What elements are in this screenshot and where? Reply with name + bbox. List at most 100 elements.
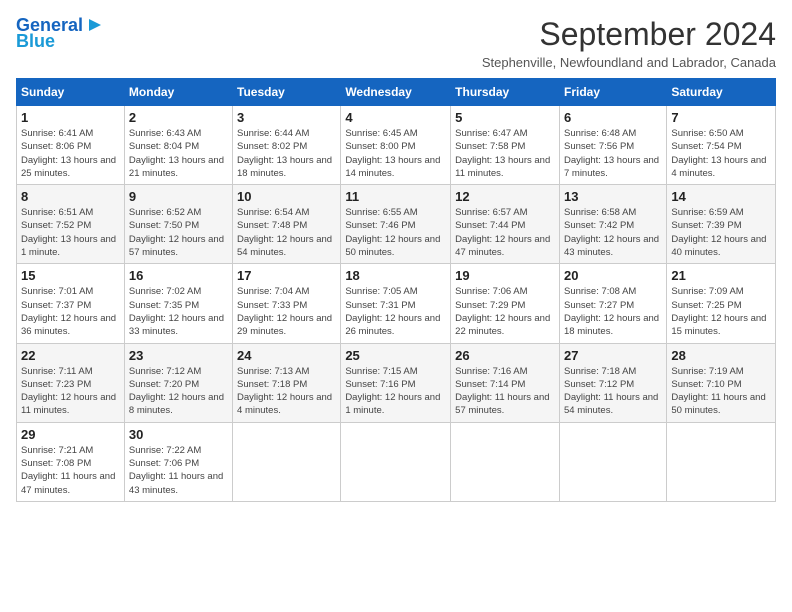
day-number: 20 bbox=[564, 268, 662, 283]
day-detail: Sunrise: 7:06 AM Sunset: 7:29 PM Dayligh… bbox=[455, 285, 555, 338]
day-number: 23 bbox=[129, 348, 228, 363]
calendar-day-cell: 16 Sunrise: 7:02 AM Sunset: 7:35 PM Dayl… bbox=[124, 264, 232, 343]
title-block: September 2024 Stephenville, Newfoundlan… bbox=[482, 16, 776, 70]
logo-text-blue: Blue bbox=[16, 32, 55, 52]
day-number: 4 bbox=[345, 110, 446, 125]
day-number: 9 bbox=[129, 189, 228, 204]
day-detail: Sunrise: 6:50 AM Sunset: 7:54 PM Dayligh… bbox=[671, 127, 771, 180]
day-number: 27 bbox=[564, 348, 662, 363]
day-number: 30 bbox=[129, 427, 228, 442]
weekday-header: Friday bbox=[559, 79, 666, 106]
day-number: 5 bbox=[455, 110, 555, 125]
day-number: 2 bbox=[129, 110, 228, 125]
day-number: 22 bbox=[21, 348, 120, 363]
day-detail: Sunrise: 7:22 AM Sunset: 7:06 PM Dayligh… bbox=[129, 444, 228, 497]
day-detail: Sunrise: 7:01 AM Sunset: 7:37 PM Dayligh… bbox=[21, 285, 120, 338]
day-detail: Sunrise: 6:47 AM Sunset: 7:58 PM Dayligh… bbox=[455, 127, 555, 180]
day-detail: Sunrise: 6:54 AM Sunset: 7:48 PM Dayligh… bbox=[237, 206, 336, 259]
day-number: 12 bbox=[455, 189, 555, 204]
day-detail: Sunrise: 7:15 AM Sunset: 7:16 PM Dayligh… bbox=[345, 365, 446, 418]
calendar-day-cell bbox=[667, 422, 776, 501]
day-number: 3 bbox=[237, 110, 336, 125]
day-number: 21 bbox=[671, 268, 771, 283]
day-detail: Sunrise: 7:16 AM Sunset: 7:14 PM Dayligh… bbox=[455, 365, 555, 418]
calendar-day-cell: 24 Sunrise: 7:13 AM Sunset: 7:18 PM Dayl… bbox=[233, 343, 341, 422]
day-detail: Sunrise: 6:51 AM Sunset: 7:52 PM Dayligh… bbox=[21, 206, 120, 259]
calendar-day-cell: 3 Sunrise: 6:44 AM Sunset: 8:02 PM Dayli… bbox=[233, 106, 341, 185]
calendar-day-cell: 11 Sunrise: 6:55 AM Sunset: 7:46 PM Dayl… bbox=[341, 185, 451, 264]
day-detail: Sunrise: 6:52 AM Sunset: 7:50 PM Dayligh… bbox=[129, 206, 228, 259]
calendar-day-cell: 15 Sunrise: 7:01 AM Sunset: 7:37 PM Dayl… bbox=[17, 264, 125, 343]
day-number: 26 bbox=[455, 348, 555, 363]
day-number: 19 bbox=[455, 268, 555, 283]
day-number: 29 bbox=[21, 427, 120, 442]
calendar-day-cell: 12 Sunrise: 6:57 AM Sunset: 7:44 PM Dayl… bbox=[451, 185, 560, 264]
day-number: 14 bbox=[671, 189, 771, 204]
day-detail: Sunrise: 6:55 AM Sunset: 7:46 PM Dayligh… bbox=[345, 206, 446, 259]
day-detail: Sunrise: 6:57 AM Sunset: 7:44 PM Dayligh… bbox=[455, 206, 555, 259]
calendar-day-cell: 8 Sunrise: 6:51 AM Sunset: 7:52 PM Dayli… bbox=[17, 185, 125, 264]
calendar-day-cell: 28 Sunrise: 7:19 AM Sunset: 7:10 PM Dayl… bbox=[667, 343, 776, 422]
weekday-header: Sunday bbox=[17, 79, 125, 106]
calendar-day-cell: 4 Sunrise: 6:45 AM Sunset: 8:00 PM Dayli… bbox=[341, 106, 451, 185]
calendar-day-cell: 21 Sunrise: 7:09 AM Sunset: 7:25 PM Dayl… bbox=[667, 264, 776, 343]
calendar-week-row: 8 Sunrise: 6:51 AM Sunset: 7:52 PM Dayli… bbox=[17, 185, 776, 264]
logo: General Blue bbox=[16, 16, 105, 52]
day-number: 6 bbox=[564, 110, 662, 125]
day-detail: Sunrise: 7:19 AM Sunset: 7:10 PM Dayligh… bbox=[671, 365, 771, 418]
day-detail: Sunrise: 7:05 AM Sunset: 7:31 PM Dayligh… bbox=[345, 285, 446, 338]
calendar-day-cell: 13 Sunrise: 6:58 AM Sunset: 7:42 PM Dayl… bbox=[559, 185, 666, 264]
calendar-day-cell bbox=[341, 422, 451, 501]
weekday-header: Wednesday bbox=[341, 79, 451, 106]
calendar-day-cell bbox=[233, 422, 341, 501]
day-detail: Sunrise: 7:13 AM Sunset: 7:18 PM Dayligh… bbox=[237, 365, 336, 418]
day-number: 24 bbox=[237, 348, 336, 363]
day-detail: Sunrise: 6:58 AM Sunset: 7:42 PM Dayligh… bbox=[564, 206, 662, 259]
day-number: 10 bbox=[237, 189, 336, 204]
calendar-day-cell: 29 Sunrise: 7:21 AM Sunset: 7:08 PM Dayl… bbox=[17, 422, 125, 501]
calendar-day-cell: 10 Sunrise: 6:54 AM Sunset: 7:48 PM Dayl… bbox=[233, 185, 341, 264]
weekday-header: Saturday bbox=[667, 79, 776, 106]
weekday-header-row: SundayMondayTuesdayWednesdayThursdayFrid… bbox=[17, 79, 776, 106]
calendar-day-cell: 26 Sunrise: 7:16 AM Sunset: 7:14 PM Dayl… bbox=[451, 343, 560, 422]
page-header: General Blue September 2024 Stephenville… bbox=[16, 16, 776, 70]
calendar-day-cell bbox=[451, 422, 560, 501]
calendar-day-cell bbox=[559, 422, 666, 501]
day-detail: Sunrise: 6:41 AM Sunset: 8:06 PM Dayligh… bbox=[21, 127, 120, 180]
day-number: 7 bbox=[671, 110, 771, 125]
day-detail: Sunrise: 7:02 AM Sunset: 7:35 PM Dayligh… bbox=[129, 285, 228, 338]
day-detail: Sunrise: 7:09 AM Sunset: 7:25 PM Dayligh… bbox=[671, 285, 771, 338]
calendar-day-cell: 1 Sunrise: 6:41 AM Sunset: 8:06 PM Dayli… bbox=[17, 106, 125, 185]
day-number: 16 bbox=[129, 268, 228, 283]
calendar-day-cell: 22 Sunrise: 7:11 AM Sunset: 7:23 PM Dayl… bbox=[17, 343, 125, 422]
weekday-header: Monday bbox=[124, 79, 232, 106]
day-detail: Sunrise: 7:18 AM Sunset: 7:12 PM Dayligh… bbox=[564, 365, 662, 418]
month-title: September 2024 bbox=[482, 16, 776, 53]
calendar-day-cell: 7 Sunrise: 6:50 AM Sunset: 7:54 PM Dayli… bbox=[667, 106, 776, 185]
calendar-day-cell: 17 Sunrise: 7:04 AM Sunset: 7:33 PM Dayl… bbox=[233, 264, 341, 343]
calendar-week-row: 1 Sunrise: 6:41 AM Sunset: 8:06 PM Dayli… bbox=[17, 106, 776, 185]
day-number: 1 bbox=[21, 110, 120, 125]
calendar-week-row: 22 Sunrise: 7:11 AM Sunset: 7:23 PM Dayl… bbox=[17, 343, 776, 422]
calendar-week-row: 29 Sunrise: 7:21 AM Sunset: 7:08 PM Dayl… bbox=[17, 422, 776, 501]
calendar-day-cell: 27 Sunrise: 7:18 AM Sunset: 7:12 PM Dayl… bbox=[559, 343, 666, 422]
calendar-day-cell: 5 Sunrise: 6:47 AM Sunset: 7:58 PM Dayli… bbox=[451, 106, 560, 185]
day-number: 25 bbox=[345, 348, 446, 363]
day-detail: Sunrise: 7:21 AM Sunset: 7:08 PM Dayligh… bbox=[21, 444, 120, 497]
weekday-header: Tuesday bbox=[233, 79, 341, 106]
calendar-day-cell: 23 Sunrise: 7:12 AM Sunset: 7:20 PM Dayl… bbox=[124, 343, 232, 422]
day-detail: Sunrise: 6:59 AM Sunset: 7:39 PM Dayligh… bbox=[671, 206, 771, 259]
day-detail: Sunrise: 7:12 AM Sunset: 7:20 PM Dayligh… bbox=[129, 365, 228, 418]
day-detail: Sunrise: 7:08 AM Sunset: 7:27 PM Dayligh… bbox=[564, 285, 662, 338]
day-number: 17 bbox=[237, 268, 336, 283]
day-detail: Sunrise: 6:45 AM Sunset: 8:00 PM Dayligh… bbox=[345, 127, 446, 180]
calendar-day-cell: 20 Sunrise: 7:08 AM Sunset: 7:27 PM Dayl… bbox=[559, 264, 666, 343]
day-detail: Sunrise: 6:48 AM Sunset: 7:56 PM Dayligh… bbox=[564, 127, 662, 180]
day-detail: Sunrise: 7:11 AM Sunset: 7:23 PM Dayligh… bbox=[21, 365, 120, 418]
calendar-day-cell: 9 Sunrise: 6:52 AM Sunset: 7:50 PM Dayli… bbox=[124, 185, 232, 264]
day-detail: Sunrise: 6:44 AM Sunset: 8:02 PM Dayligh… bbox=[237, 127, 336, 180]
day-number: 18 bbox=[345, 268, 446, 283]
day-detail: Sunrise: 7:04 AM Sunset: 7:33 PM Dayligh… bbox=[237, 285, 336, 338]
location-subtitle: Stephenville, Newfoundland and Labrador,… bbox=[482, 55, 776, 70]
logo-arrow-icon bbox=[85, 15, 105, 35]
